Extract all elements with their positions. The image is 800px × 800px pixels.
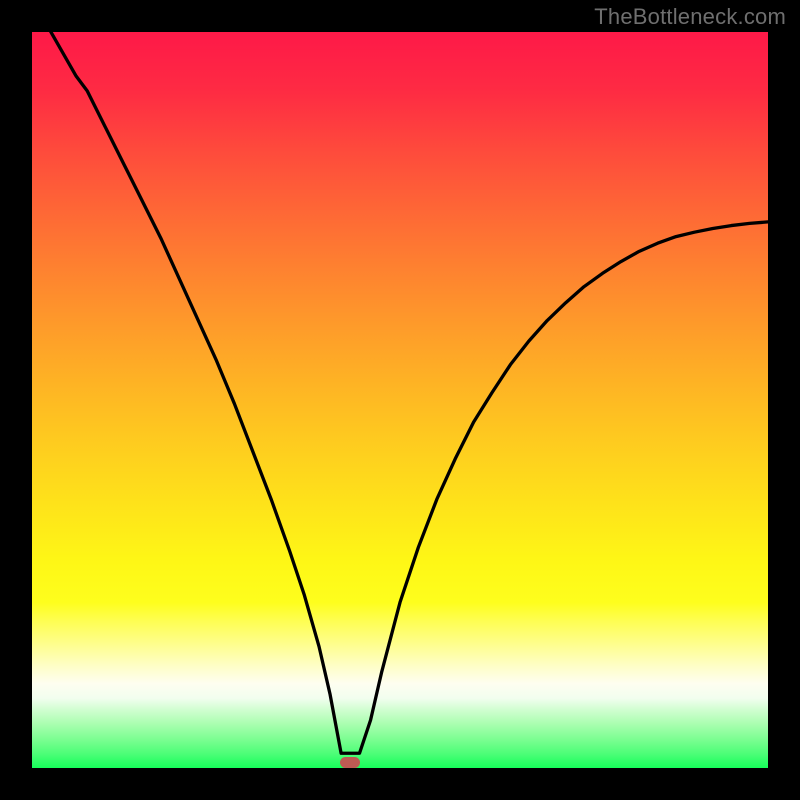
attribution-label: TheBottleneck.com	[594, 4, 786, 30]
chart-frame: TheBottleneck.com	[0, 0, 800, 800]
gradient-background	[32, 32, 768, 768]
chart-svg	[32, 32, 768, 768]
plot-area	[32, 32, 768, 768]
optimum-marker	[340, 757, 360, 768]
